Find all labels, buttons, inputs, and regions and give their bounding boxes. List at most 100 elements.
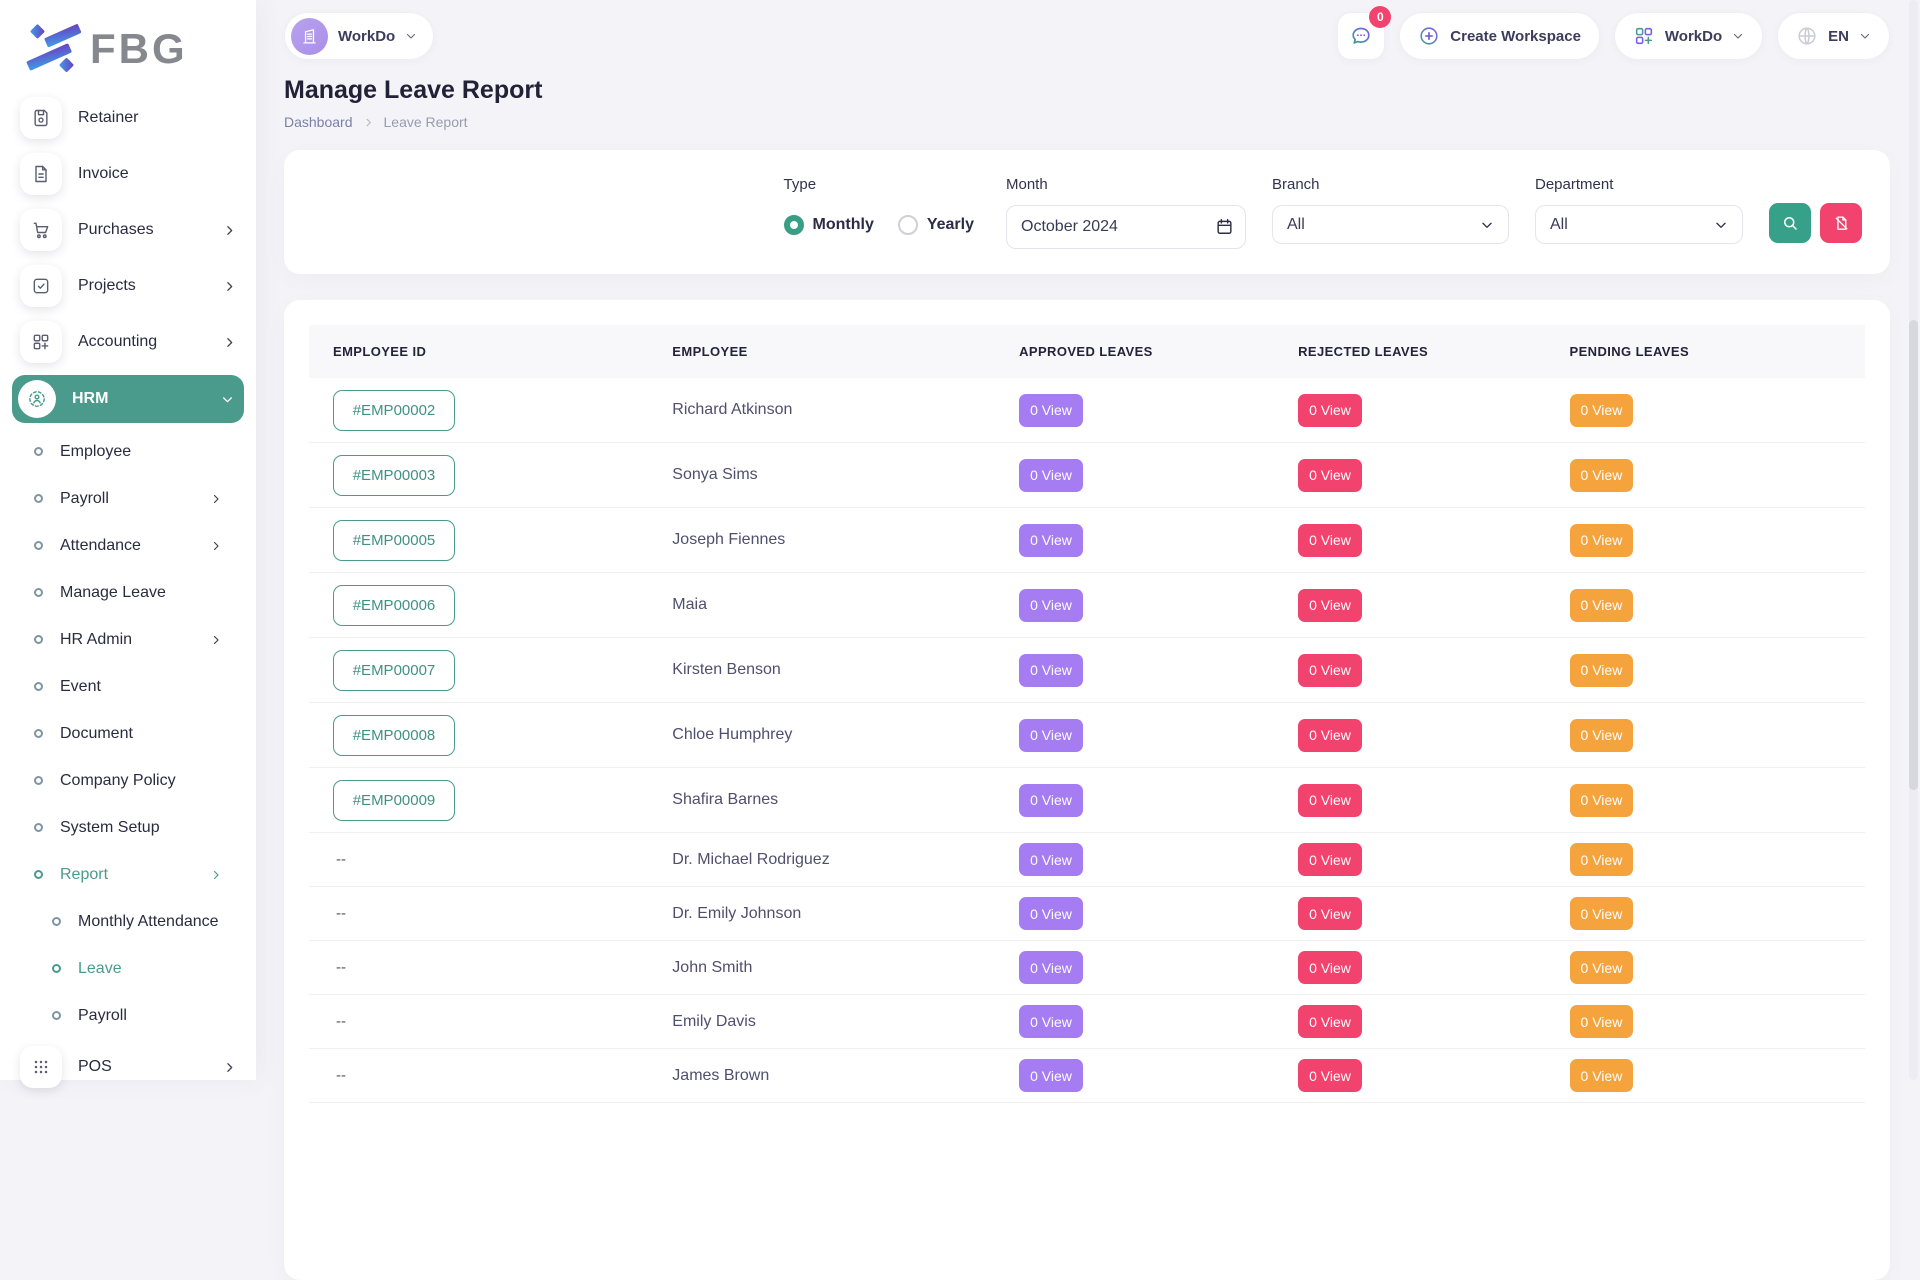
employee-id-empty: -- (333, 959, 672, 976)
breadcrumb-separator-icon (363, 117, 374, 128)
pending-view-button[interactable]: 0 View (1570, 459, 1634, 492)
sidebar-item-event[interactable]: Event (16, 663, 240, 710)
sidebar-item-retainer[interactable]: Retainer (16, 90, 240, 146)
messages-count-badge: 0 (1369, 6, 1391, 28)
language-label: EN (1828, 28, 1849, 45)
employee-id-button[interactable]: #EMP00002 (333, 390, 455, 431)
search-button[interactable] (1769, 203, 1811, 243)
rejected-view-button[interactable]: 0 View (1298, 654, 1362, 687)
sidebar-item-attendance[interactable]: Attendance (16, 522, 240, 569)
employee-id-button[interactable]: #EMP00007 (333, 650, 455, 691)
pending-view-button[interactable]: 0 View (1570, 1059, 1634, 1092)
sidebar-item-document[interactable]: Document (16, 710, 240, 757)
sidebar-item-company-policy[interactable]: Company Policy (16, 757, 240, 804)
sidebar-item-hr-admin[interactable]: HR Admin (16, 616, 240, 663)
employee-id-button[interactable]: #EMP00005 (333, 520, 455, 561)
approved-view-button[interactable]: 0 View (1019, 719, 1083, 752)
chevron-right-icon (223, 336, 236, 349)
rejected-view-button[interactable]: 0 View (1298, 1059, 1362, 1092)
scrollbar-thumb[interactable] (1909, 320, 1918, 790)
page-title: Manage Leave Report (284, 76, 1890, 105)
sidebar-item-pos[interactable]: POS (16, 1039, 240, 1095)
sidebar-item-leave[interactable]: Leave (16, 945, 240, 992)
rejected-view-button[interactable]: 0 View (1298, 784, 1362, 817)
table-header-row: EMPLOYEE ID EMPLOYEE APPROVED LEAVES REJ… (309, 325, 1865, 378)
rejected-view-button[interactable]: 0 View (1298, 524, 1362, 557)
rejected-view-button[interactable]: 0 View (1298, 1005, 1362, 1038)
department-select[interactable]: All (1535, 205, 1743, 244)
radio-yearly-label: Yearly (927, 216, 974, 234)
approved-view-button[interactable]: 0 View (1019, 394, 1083, 427)
approved-view-button[interactable]: 0 View (1019, 654, 1083, 687)
breadcrumb: Dashboard Leave Report (284, 114, 1890, 130)
rejected-view-button[interactable]: 0 View (1298, 951, 1362, 984)
table-row: -- Dr. Emily Johnson 0 View 0 View 0 Vie… (309, 887, 1865, 941)
month-input[interactable] (1006, 205, 1246, 249)
sidebar-item-accounting[interactable]: Accounting (16, 314, 240, 370)
approved-view-button[interactable]: 0 View (1019, 951, 1083, 984)
sidebar-item-system-setup[interactable]: System Setup (16, 804, 240, 851)
rejected-view-button[interactable]: 0 View (1298, 719, 1362, 752)
employee-id-button[interactable]: #EMP00008 (333, 715, 455, 756)
language-selector[interactable]: EN (1777, 12, 1890, 60)
sidebar-item-report-payroll[interactable]: Payroll (16, 992, 240, 1039)
radio-yearly[interactable]: Yearly (898, 215, 974, 235)
workspace-selector[interactable]: WorkDo (284, 12, 434, 60)
approved-view-button[interactable]: 0 View (1019, 1059, 1083, 1092)
approved-view-button[interactable]: 0 View (1019, 459, 1083, 492)
brand-logo[interactable]: FBG (0, 12, 256, 90)
approved-view-button[interactable]: 0 View (1019, 843, 1083, 876)
pending-view-button[interactable]: 0 View (1570, 654, 1634, 687)
pending-view-button[interactable]: 0 View (1570, 524, 1634, 557)
branch-select[interactable]: All (1272, 205, 1509, 244)
filter-buttons (1769, 176, 1862, 244)
create-workspace-button[interactable]: Create Workspace (1399, 12, 1600, 60)
sidebar-item-purchases[interactable]: Purchases (16, 202, 240, 258)
col-employee: EMPLOYEE (672, 344, 1019, 359)
rejected-view-button[interactable]: 0 View (1298, 897, 1362, 930)
sidebar-item-hrm[interactable]: HRM (12, 375, 244, 423)
rejected-view-button[interactable]: 0 View (1298, 589, 1362, 622)
approved-view-button[interactable]: 0 View (1019, 589, 1083, 622)
pending-view-button[interactable]: 0 View (1570, 719, 1634, 752)
page-scrollbar (1909, 0, 1918, 1080)
messages-button[interactable]: 0 (1337, 12, 1385, 60)
approved-view-button[interactable]: 0 View (1019, 524, 1083, 557)
sidebar-item-invoice[interactable]: Invoice (16, 146, 240, 202)
pending-view-button[interactable]: 0 View (1570, 784, 1634, 817)
sidebar-item-report[interactable]: Report (16, 851, 240, 898)
employee-id-button[interactable]: #EMP00003 (333, 455, 455, 496)
pending-view-button[interactable]: 0 View (1570, 1005, 1634, 1038)
approved-view-button[interactable]: 0 View (1019, 784, 1083, 817)
rejected-view-button[interactable]: 0 View (1298, 394, 1362, 427)
employee-id-button[interactable]: #EMP00006 (333, 585, 455, 626)
employee-id-button[interactable]: #EMP00009 (333, 780, 455, 821)
sidebar-item-label: Accounting (78, 333, 157, 351)
radio-monthly[interactable]: Monthly (784, 215, 874, 235)
workdo-menu-button[interactable]: WorkDo (1614, 12, 1763, 60)
sidebar-item-payroll[interactable]: Payroll (16, 475, 240, 522)
chevron-down-icon (405, 30, 417, 42)
pending-view-button[interactable]: 0 View (1570, 589, 1634, 622)
branch-value: All (1287, 216, 1305, 234)
sidebar-item-employee[interactable]: Employee (16, 428, 240, 475)
sidebar-item-monthly-attendance[interactable]: Monthly Attendance (16, 898, 240, 945)
sidebar-item-manage-leave[interactable]: Manage Leave (16, 569, 240, 616)
chat-bubble-icon (1349, 24, 1373, 48)
approved-view-button[interactable]: 0 View (1019, 1005, 1083, 1038)
pending-view-button[interactable]: 0 View (1570, 897, 1634, 930)
rejected-view-button[interactable]: 0 View (1298, 843, 1362, 876)
sidebar-item-projects[interactable]: Projects (16, 258, 240, 314)
radio-unselected-icon (898, 215, 918, 235)
employee-name: John Smith (672, 959, 1019, 977)
table-row: #EMP00008 Chloe Humphrey 0 View 0 View 0… (309, 703, 1865, 768)
rejected-view-button[interactable]: 0 View (1298, 459, 1362, 492)
pending-view-button[interactable]: 0 View (1570, 394, 1634, 427)
reset-filter-button[interactable] (1820, 203, 1862, 243)
approved-view-button[interactable]: 0 View (1019, 897, 1083, 930)
pending-view-button[interactable]: 0 View (1570, 843, 1634, 876)
breadcrumb-dashboard-link[interactable]: Dashboard (284, 114, 353, 130)
employee-name: Maia (672, 596, 1019, 614)
month-filter-group: Month (1006, 176, 1246, 244)
pending-view-button[interactable]: 0 View (1570, 951, 1634, 984)
